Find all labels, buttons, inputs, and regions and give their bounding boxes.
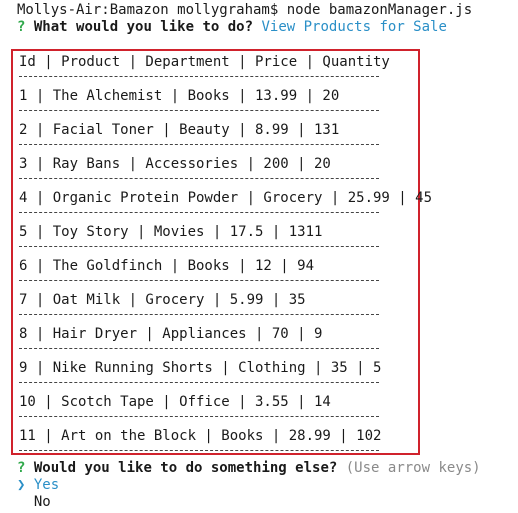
table-row: 2 | Facial Toner | Beauty | 8.99 | 131 [19,122,340,138]
highlighted-products-table: Id | Product | Department | Price | Quan… [11,49,432,455]
question-something-else: ? Would you like to do something else? (… [17,460,481,477]
table-row: 8 | Hair Dryer | Appliances | 70 | 9 [19,326,323,342]
table-row: 9 | Nike Running Shorts | Clothing | 35 … [19,360,382,376]
table-divider [19,314,379,315]
table-row: 7 | Oat Milk | Grocery | 5.99 | 35 [19,292,306,308]
table-row: 1 | The Alchemist | Books | 13.99 | 20 [19,88,340,104]
terminal-window: Mollys-Air:Bamazon mollygraham$ node bam… [0,0,518,513]
option-label: Yes [33,477,60,493]
table-row: 11 | Art on the Block | Books | 28.99 | … [19,428,382,444]
table-header: Id | Product | Department | Price | Quan… [19,54,390,70]
option-yes[interactable]: ❯ Yes [17,477,59,494]
pointer-chevron-icon: ❯ [17,477,26,493]
table-divider [19,416,379,417]
table-divider [19,178,379,179]
question-what-to-do: ? What would you like to do? View Produc… [17,19,447,36]
table-divider [19,348,379,349]
question-text: Would you like to do something else? [33,460,338,476]
table-divider [19,450,379,451]
table-row: 10 | Scotch Tape | Office | 3.55 | 14 [19,394,331,410]
option-label: No [33,494,51,510]
selected-answer: View Products for Sale [261,19,447,35]
shell-prompt-line: Mollys-Air:Bamazon mollygraham$ node bam… [17,2,473,18]
table-divider [19,280,379,281]
arrow-keys-hint: (Use arrow keys) [345,460,481,476]
option-no[interactable]: No [17,494,51,511]
table-row: 5 | Toy Story | Movies | 17.5 | 1311 [19,224,323,240]
question-mark-icon: ? [17,19,26,35]
table-divider [19,382,379,383]
table-row: 3 | Ray Bans | Accessories | 200 | 20 [19,156,331,172]
table-divider [19,76,379,77]
question-text: What would you like to do? [33,19,254,35]
table-divider [19,110,379,111]
table-row: 4 | Organic Protein Powder | Grocery | 2… [19,190,433,206]
table-divider [19,246,379,247]
table-row: 6 | The Goldfinch | Books | 12 | 94 [19,258,315,274]
table-divider [19,144,379,145]
question-mark-icon: ? [17,460,26,476]
table-divider [19,212,379,213]
